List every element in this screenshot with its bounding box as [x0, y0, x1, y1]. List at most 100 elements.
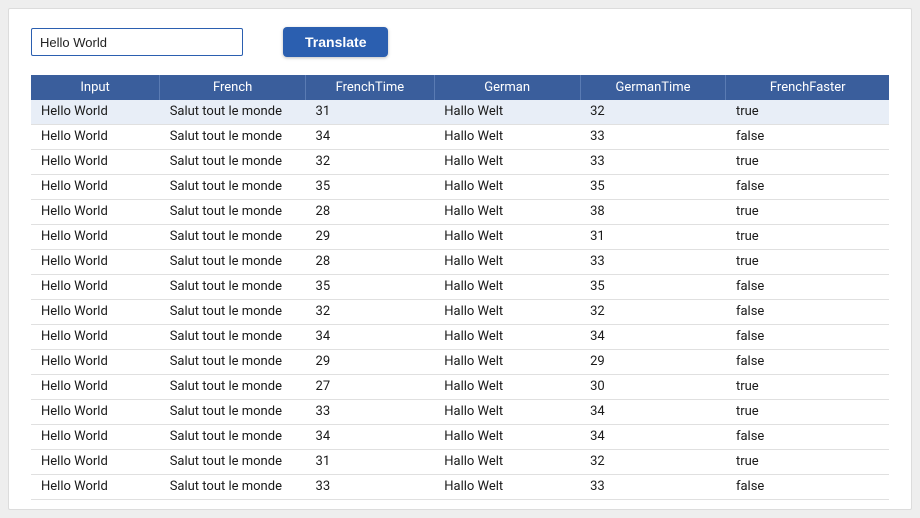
table-row[interactable]: Hello WorldSalut tout le monde35Hallo We… — [31, 175, 889, 200]
cell-input: Hello World — [31, 125, 160, 150]
table-row[interactable]: Hello WorldSalut tout le monde32Hallo We… — [31, 150, 889, 175]
cell-french-faster: true — [726, 400, 889, 425]
cell-french-faster: true — [726, 150, 889, 175]
cell-french-time: 33 — [306, 475, 435, 500]
cell-german: Hallo Welt — [434, 350, 580, 375]
cell-german-time: 34 — [580, 425, 726, 450]
cell-french-time: 34 — [306, 325, 435, 350]
cell-french: Salut tout le monde — [160, 300, 306, 325]
cell-french-time: 31 — [306, 450, 435, 475]
cell-input: Hello World — [31, 375, 160, 400]
cell-input: Hello World — [31, 275, 160, 300]
col-header-french-faster[interactable]: FrenchFaster — [726, 75, 889, 100]
table-row[interactable]: Hello WorldSalut tout le monde33Hallo We… — [31, 475, 889, 500]
cell-german-time: 30 — [580, 375, 726, 400]
cell-french: Salut tout le monde — [160, 325, 306, 350]
main-panel: Translate Input French FrenchTime German… — [8, 8, 912, 510]
cell-french-faster: false — [726, 475, 889, 500]
cell-french-time: 31 — [306, 100, 435, 125]
col-header-french-time[interactable]: FrenchTime — [306, 75, 435, 100]
table-row[interactable]: Hello WorldSalut tout le monde29Hallo We… — [31, 350, 889, 375]
cell-french-time: 35 — [306, 275, 435, 300]
cell-input: Hello World — [31, 350, 160, 375]
cell-french: Salut tout le monde — [160, 250, 306, 275]
cell-french-faster: true — [726, 100, 889, 125]
cell-input: Hello World — [31, 450, 160, 475]
cell-french: Salut tout le monde — [160, 400, 306, 425]
cell-french-time: 34 — [306, 125, 435, 150]
cell-french-time: 32 — [306, 300, 435, 325]
cell-german-time: 32 — [580, 300, 726, 325]
cell-input: Hello World — [31, 200, 160, 225]
cell-input: Hello World — [31, 100, 160, 125]
cell-input: Hello World — [31, 225, 160, 250]
cell-french: Salut tout le monde — [160, 275, 306, 300]
cell-french: Salut tout le monde — [160, 175, 306, 200]
cell-german: Hallo Welt — [434, 200, 580, 225]
table-row[interactable]: Hello WorldSalut tout le monde34Hallo We… — [31, 125, 889, 150]
cell-input: Hello World — [31, 425, 160, 450]
cell-german: Hallo Welt — [434, 275, 580, 300]
cell-german-time: 31 — [580, 225, 726, 250]
cell-german-time: 33 — [580, 475, 726, 500]
cell-french-faster: true — [726, 225, 889, 250]
cell-german: Hallo Welt — [434, 425, 580, 450]
cell-french-time: 29 — [306, 350, 435, 375]
cell-german-time: 32 — [580, 450, 726, 475]
table-row[interactable]: Hello WorldSalut tout le monde33Hallo We… — [31, 400, 889, 425]
cell-german: Hallo Welt — [434, 100, 580, 125]
table-row[interactable]: Hello WorldSalut tout le monde34Hallo We… — [31, 425, 889, 450]
cell-french-time: 35 — [306, 175, 435, 200]
cell-input: Hello World — [31, 250, 160, 275]
table-row[interactable]: Hello WorldSalut tout le monde28Hallo We… — [31, 200, 889, 225]
cell-french-time: 28 — [306, 200, 435, 225]
table-row[interactable]: Hello WorldSalut tout le monde32Hallo We… — [31, 300, 889, 325]
cell-french-faster: false — [726, 125, 889, 150]
cell-input: Hello World — [31, 475, 160, 500]
cell-french-faster: true — [726, 250, 889, 275]
cell-german: Hallo Welt — [434, 450, 580, 475]
cell-french: Salut tout le monde — [160, 475, 306, 500]
cell-french-faster: false — [726, 175, 889, 200]
cell-german: Hallo Welt — [434, 150, 580, 175]
table-row[interactable]: Hello WorldSalut tout le monde28Hallo We… — [31, 250, 889, 275]
col-header-input[interactable]: Input — [31, 75, 160, 100]
table-row[interactable]: Hello WorldSalut tout le monde35Hallo We… — [31, 275, 889, 300]
cell-input: Hello World — [31, 175, 160, 200]
cell-german: Hallo Welt — [434, 325, 580, 350]
col-header-german-time[interactable]: GermanTime — [580, 75, 726, 100]
cell-french: Salut tout le monde — [160, 375, 306, 400]
cell-french-faster: true — [726, 450, 889, 475]
cell-german-time: 35 — [580, 275, 726, 300]
cell-german: Hallo Welt — [434, 475, 580, 500]
translate-button[interactable]: Translate — [283, 27, 388, 57]
cell-german-time: 34 — [580, 400, 726, 425]
table-row[interactable]: Hello WorldSalut tout le monde31Hallo We… — [31, 450, 889, 475]
cell-french: Salut tout le monde — [160, 450, 306, 475]
col-header-french[interactable]: French — [160, 75, 306, 100]
table-row[interactable]: Hello WorldSalut tout le monde29Hallo We… — [31, 225, 889, 250]
source-text-input[interactable] — [31, 28, 243, 56]
cell-french-time: 32 — [306, 150, 435, 175]
cell-french: Salut tout le monde — [160, 150, 306, 175]
table-row[interactable]: Hello WorldSalut tout le monde34Hallo We… — [31, 325, 889, 350]
cell-french: Salut tout le monde — [160, 425, 306, 450]
cell-german: Hallo Welt — [434, 225, 580, 250]
cell-french-faster: true — [726, 375, 889, 400]
table-row[interactable]: Hello WorldSalut tout le monde27Hallo We… — [31, 375, 889, 400]
cell-german-time: 32 — [580, 100, 726, 125]
cell-french-faster: false — [726, 300, 889, 325]
cell-french-faster: false — [726, 425, 889, 450]
cell-french-faster: true — [726, 200, 889, 225]
col-header-german[interactable]: German — [434, 75, 580, 100]
cell-input: Hello World — [31, 300, 160, 325]
cell-french-time: 34 — [306, 425, 435, 450]
table-row[interactable]: Hello WorldSalut tout le monde31Hallo We… — [31, 100, 889, 125]
cell-french: Salut tout le monde — [160, 100, 306, 125]
cell-german-time: 33 — [580, 125, 726, 150]
results-table: Input French FrenchTime German GermanTim… — [31, 75, 889, 500]
cell-german: Hallo Welt — [434, 250, 580, 275]
controls-row: Translate — [31, 27, 889, 57]
cell-french: Salut tout le monde — [160, 350, 306, 375]
cell-german: Hallo Welt — [434, 300, 580, 325]
